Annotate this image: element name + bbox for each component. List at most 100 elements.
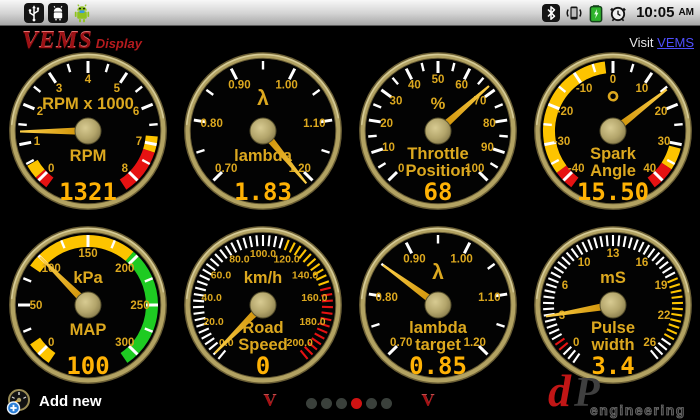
gauge-scale-label: 180.0	[299, 316, 325, 328]
gauge-scale-label: 50	[29, 300, 42, 312]
gauge-scale-label: 8	[121, 163, 128, 175]
gauge-hub	[425, 118, 451, 144]
gauge-value: 15.50	[576, 178, 648, 206]
gauge-scale-label: 140.0	[291, 269, 317, 281]
gauge-dial: 0.700.800.901.001.101.20λlambda1.83	[178, 46, 348, 216]
page-dot-active[interactable]	[351, 398, 362, 409]
clock-time: 10:05	[636, 4, 674, 21]
gauge-scale-label: 7	[135, 136, 141, 148]
gauge-map[interactable]: 050100150200250300kPaMAP100	[3, 220, 173, 390]
page-dot[interactable]	[321, 398, 332, 409]
gauge-scale-label: 30	[389, 95, 402, 107]
v-indicator-left: V	[261, 391, 279, 411]
usb-icon	[24, 3, 44, 23]
gauge-scale-label: 19	[654, 280, 667, 292]
gauge-hub	[250, 292, 276, 318]
gauge-value: 100	[66, 352, 109, 380]
gauge-unit: RPM x 1000	[42, 95, 134, 113]
gauge-lambda-target[interactable]: 0.700.800.901.001.101.20λlambdatarget0.8…	[353, 220, 523, 390]
gauge-scale-label: 80.0	[229, 254, 250, 266]
gauge-scale-label: 120.0	[273, 254, 299, 266]
gauge-scale-label: 22	[657, 310, 670, 322]
gauge-road-speed[interactable]: 0.020.040.060.080.0100.0120.0140.0160.01…	[178, 220, 348, 390]
gauge-unit: km/h	[243, 269, 282, 287]
add-gauge-icon	[6, 388, 33, 415]
gauge-hub	[75, 292, 101, 318]
gauge-scale-label: 160.0	[301, 292, 327, 304]
clock-period: AM	[678, 7, 694, 18]
android-status-bar: 10:05 AM	[0, 0, 700, 26]
gauge-scale-label: -10	[575, 83, 592, 95]
gauge-dial: 050100150200250300kPaMAP100	[3, 220, 173, 390]
gauge-scale-label: 0	[398, 163, 404, 175]
gauge-scale-label: 1.10	[478, 292, 500, 304]
gauge-value: 68	[423, 178, 452, 206]
page-dot[interactable]	[306, 398, 317, 409]
dp-engineering-logo: d P engineering	[538, 374, 698, 420]
alarm-icon	[608, 3, 628, 23]
gauge-scale-label: 60.0	[210, 269, 231, 281]
gauge-hub	[425, 292, 451, 318]
gauge-unit: λ	[257, 87, 269, 110]
gauge-scale-label: 26	[643, 337, 656, 349]
gauge-scale-label: 0	[48, 337, 54, 349]
gauge-dial: 0102030405060708090100%ThrottlePosition6…	[353, 46, 523, 216]
page-dot[interactable]	[366, 398, 377, 409]
v-indicator-right: V	[419, 391, 437, 411]
gauge-scale-label: 0.80	[375, 292, 397, 304]
gauge-dial: -40-30-20-10010203040°SparkAngle15.50	[528, 46, 698, 216]
page-dot[interactable]	[336, 398, 347, 409]
gauge-value: 0.85	[409, 352, 467, 380]
gauge-scale-label: 10	[382, 142, 395, 154]
gauge-scale-label: 40	[643, 163, 656, 175]
gauge-rpm[interactable]: 012345678RPM x 1000RPM1321	[3, 46, 173, 216]
gauge-scale-label: 300	[115, 337, 134, 349]
gauge-scale-label: -20	[556, 106, 573, 118]
gauge-scale-label: 40.0	[201, 292, 222, 304]
gauge-scale-label: 1.00	[275, 80, 297, 92]
gauge-scale-label: 13	[606, 248, 619, 260]
gauge-scale-label: 20	[654, 106, 667, 118]
page-dot[interactable]	[381, 398, 392, 409]
gauge-arc-yellow	[32, 163, 40, 174]
gauge-scale-label: 50	[431, 74, 444, 86]
adb-debug-icon	[72, 2, 92, 24]
gauge-unit: kPa	[73, 269, 103, 287]
gauge-unit: mS	[600, 269, 626, 287]
gauge-name: RPM	[69, 147, 106, 165]
gauge-lambda[interactable]: 0.700.800.901.001.101.20λlambda1.83	[178, 46, 348, 216]
gauge-dial: 0.020.040.060.080.0100.0120.0140.0160.01…	[178, 220, 348, 390]
gauge-scale-label: 0	[573, 337, 579, 349]
gauge-scale-label: 3	[55, 83, 61, 95]
gauge-hub	[600, 118, 626, 144]
gauge-scale-label: 1	[33, 136, 40, 148]
app-footer: Add new V V d P engineering	[0, 388, 700, 420]
page-indicator-dots[interactable]	[306, 398, 392, 409]
gauge-unit: %	[430, 95, 445, 113]
gauge-scale-label: 0.90	[403, 254, 425, 266]
gauge-scale-label: 10	[635, 83, 648, 95]
dp-logo-word: engineering	[590, 402, 686, 418]
gauge-name: MAP	[69, 321, 106, 339]
gauge-scale-label: 80	[482, 118, 495, 130]
vibrate-icon	[564, 3, 584, 23]
gauge-scale-label: 40	[407, 80, 420, 92]
gauge-scale-label: 6	[561, 280, 567, 292]
gauge-value: 1321	[59, 178, 117, 206]
gauge-scale-label: 10	[577, 257, 590, 269]
gauge-scale-label: 4	[84, 74, 91, 86]
gauge-scale-label: 0.80	[200, 118, 222, 130]
gauge-dial: 0.700.800.901.001.101.20λlambdatarget0.8…	[353, 220, 523, 390]
gauge-scale-label: 100.0	[249, 248, 275, 260]
gauge-scale-label: -30	[553, 136, 570, 148]
gauge-scale-label: 1.00	[450, 254, 472, 266]
add-new-button[interactable]: Add new	[6, 388, 102, 415]
gauge-scale-label: 1.10	[303, 118, 325, 130]
gauge-hub	[600, 292, 626, 318]
gauge-unit: °	[606, 85, 620, 123]
gauge-scale-label: -40	[567, 163, 584, 175]
gauge-scale-label: 150	[78, 248, 97, 260]
gauge-scale-label: 20	[380, 118, 393, 130]
gauge-spark-angle[interactable]: -40-30-20-10010203040°SparkAngle15.50	[528, 46, 698, 216]
gauge-throttle-position[interactable]: 0102030405060708090100%ThrottlePosition6…	[353, 46, 523, 216]
